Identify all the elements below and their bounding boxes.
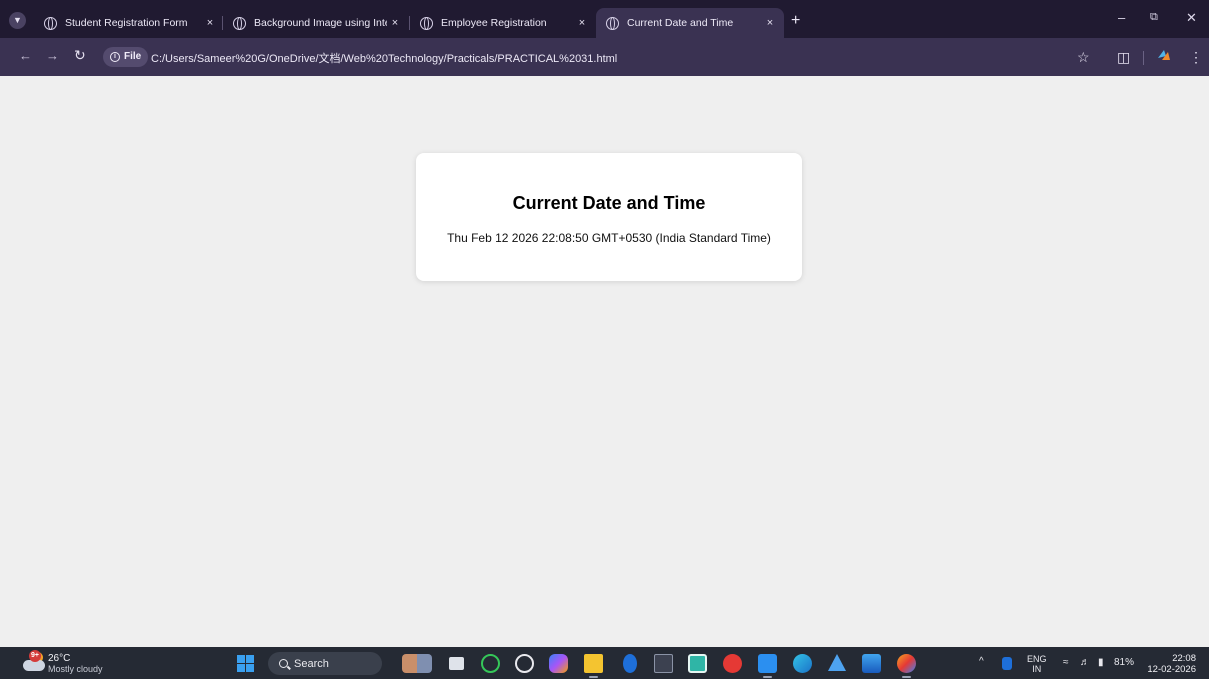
volume-icon[interactable]: ♬ <box>1080 657 1090 668</box>
browser-icon[interactable] <box>897 654 916 678</box>
clock-time: 22:08 <box>1172 653 1196 664</box>
whatsapp-icon[interactable] <box>481 654 500 673</box>
reload-icon[interactable]: ↻ <box>74 47 86 64</box>
language-line1: ENG <box>1027 654 1047 664</box>
tab-strip: ▼ Student Registration Form × Background… <box>0 0 1209 38</box>
tab-title: Current Date and Time <box>627 17 734 29</box>
tab-title: Student Registration Form <box>65 17 188 29</box>
chatgpt-icon[interactable] <box>515 654 534 673</box>
tab-current-date-time[interactable]: Current Date and Time × <box>596 8 784 38</box>
edge-icon[interactable] <box>793 654 812 673</box>
start-button[interactable] <box>237 655 254 672</box>
tab-close-icon[interactable]: × <box>574 17 590 29</box>
bookmark-star-icon[interactable]: ☆ <box>1077 49 1090 65</box>
weather-temperature[interactable]: 26°C <box>48 653 70 664</box>
tab-title: Employee Registration <box>441 17 547 29</box>
profile-icon[interactable] <box>1156 48 1172 64</box>
datetime-card: Current Date and Time Thu Feb 12 2026 22… <box>416 153 802 281</box>
close-icon[interactable]: ✕ <box>1186 10 1197 26</box>
weather-icon[interactable]: 9+ <box>23 650 45 672</box>
forward-icon[interactable]: → <box>46 48 59 63</box>
taskbar-clock[interactable]: 22:08 12-02-2026 <box>1147 653 1196 675</box>
site-info-chip[interactable]: i File <box>103 47 149 67</box>
start-pane <box>246 655 254 663</box>
terminal-icon[interactable] <box>654 654 673 673</box>
tab-close-icon[interactable]: × <box>762 17 778 29</box>
tab-search-icon[interactable]: ▼ <box>9 12 26 29</box>
tab-title: Background Image using Intern <box>254 17 387 29</box>
search-label: Search <box>294 657 329 670</box>
weather-badge: 9+ <box>29 650 41 662</box>
word-icon[interactable] <box>862 654 881 673</box>
address-bar-url[interactable]: C:/Users/Sameer%20G/OneDrive/文档/Web%20Te… <box>151 50 617 66</box>
start-pane <box>237 655 245 663</box>
show-hidden-icons-icon[interactable]: ^ <box>979 656 984 667</box>
tab-background-image[interactable]: Background Image using Intern × <box>223 8 409 38</box>
start-pane <box>237 664 245 672</box>
new-tab-button[interactable]: + <box>791 13 800 29</box>
taskbar-search[interactable]: Search <box>268 652 382 675</box>
globe-icon <box>420 16 433 30</box>
tray-bluetooth-icon[interactable] <box>1002 657 1012 670</box>
globe-icon <box>606 16 619 30</box>
weather-condition[interactable]: Mostly cloudy <box>48 664 103 674</box>
language-indicator[interactable]: ENG IN <box>1027 654 1047 674</box>
bluetooth-icon[interactable] <box>623 654 637 673</box>
globe-icon <box>44 16 57 30</box>
file-explorer-icon[interactable] <box>584 654 603 678</box>
copilot-icon[interactable] <box>549 654 568 673</box>
toolbar-separator <box>1143 51 1144 65</box>
search-icon <box>279 659 288 668</box>
task-view-icon[interactable] <box>449 657 464 670</box>
wifi-icon[interactable]: ≈ <box>1063 657 1069 668</box>
globe-icon <box>233 16 246 30</box>
opera-icon[interactable] <box>723 654 742 673</box>
tab-close-icon[interactable]: × <box>387 17 403 29</box>
extensions-icon[interactable]: ◫ <box>1117 49 1130 65</box>
clock-date: 12-02-2026 <box>1147 664 1196 675</box>
minimize-icon[interactable]: – <box>1118 10 1125 25</box>
tab-close-icon[interactable]: × <box>202 17 218 29</box>
menu-icon[interactable]: ⋮ <box>1189 49 1203 65</box>
info-icon: i <box>110 52 120 62</box>
tab-student-registration[interactable]: Student Registration Form × <box>34 8 224 38</box>
widgets-icon[interactable] <box>402 654 432 673</box>
photos-icon[interactable] <box>688 654 707 673</box>
taskbar: 9+ 26°C Mostly cloudy Search ^ ENG IN ≈ … <box>0 647 1209 679</box>
battery-icon[interactable]: ▮ <box>1098 657 1104 668</box>
page-heading: Current Date and Time <box>512 193 706 213</box>
restore-icon[interactable]: ⧉ <box>1150 11 1158 24</box>
vscode-icon[interactable] <box>758 654 777 678</box>
back-icon[interactable]: ← <box>19 48 32 63</box>
ai-assistant-icon[interactable] <box>828 654 846 671</box>
tab-employee-registration[interactable]: Employee Registration × <box>410 8 596 38</box>
battery-percent[interactable]: 81% <box>1114 657 1134 668</box>
site-info-label: File <box>124 51 142 62</box>
current-datetime-text: Thu Feb 12 2026 22:08:50 GMT+0530 (India… <box>447 231 771 245</box>
language-line2: IN <box>1032 664 1042 674</box>
start-pane <box>246 664 254 672</box>
